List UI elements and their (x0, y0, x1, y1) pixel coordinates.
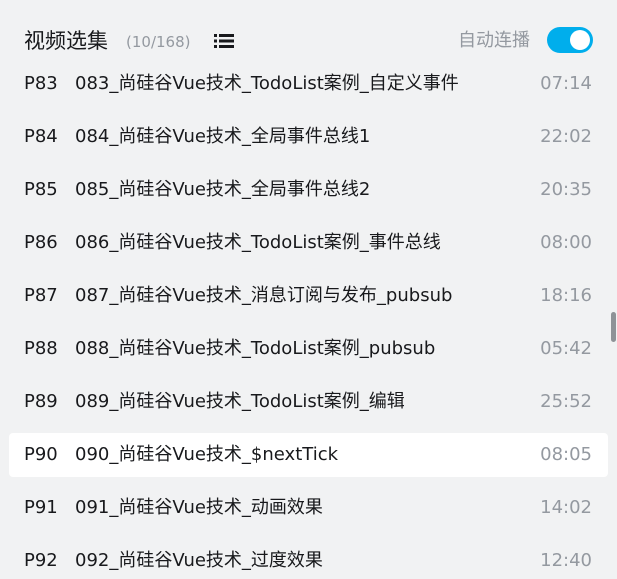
episode-count: (10/168) (126, 33, 191, 51)
episode-row[interactable]: P83 083_尚硅谷Vue技术_TodoList案例_自定义事件 07:14 (9, 62, 608, 106)
episode-row[interactable]: P90 090_尚硅谷Vue技术_$nextTick 08:05 (9, 433, 608, 477)
episode-row[interactable]: P92 092_尚硅谷Vue技术_过度效果 12:40 (9, 539, 608, 579)
episode-number: P90 (24, 444, 58, 465)
autoplay-toggle[interactable] (547, 27, 593, 53)
episode-duration: 18:16 (540, 285, 592, 306)
episode-title: 092_尚硅谷Vue技术_过度效果 (75, 550, 323, 571)
episode-title: 083_尚硅谷Vue技术_TodoList案例_自定义事件 (75, 73, 459, 94)
scrollbar-thumb[interactable] (611, 312, 616, 342)
episode-title: 090_尚硅谷Vue技术_$nextTick (75, 444, 339, 465)
panel-title: 视频选集 (24, 29, 108, 53)
episode-row[interactable]: P86 086_尚硅谷Vue技术_TodoList案例_事件总线 08:00 (9, 221, 608, 265)
episode-row[interactable]: P87 087_尚硅谷Vue技术_消息订阅与发布_pubsub 18:16 (9, 274, 608, 318)
episode-duration: 08:05 (540, 444, 592, 465)
episode-title: 091_尚硅谷Vue技术_动画效果 (75, 497, 323, 518)
episode-number: P87 (24, 285, 58, 306)
episode-number: P91 (24, 497, 58, 518)
episode-number: P92 (24, 550, 58, 571)
episode-list: P83 083_尚硅谷Vue技术_TodoList案例_自定义事件 07:14 P84… (0, 62, 617, 579)
autoplay-label: 自动连播 (458, 30, 530, 51)
episode-title: 089_尚硅谷Vue技术_TodoList案例_编辑 (75, 391, 405, 412)
episode-duration: 14:02 (540, 497, 592, 518)
episode-row[interactable]: P88 088_尚硅谷Vue技术_TodoList案例_pubsub 05:42 (9, 327, 608, 371)
episode-title: 086_尚硅谷Vue技术_TodoList案例_事件总线 (75, 232, 441, 253)
episode-row[interactable]: P89 089_尚硅谷Vue技术_TodoList案例_编辑 25:52 (9, 380, 608, 424)
episode-number: P88 (24, 338, 58, 359)
episode-duration: 20:35 (540, 179, 592, 200)
episode-title: 084_尚硅谷Vue技术_全局事件总线1 (75, 126, 371, 147)
episode-number: P84 (24, 126, 58, 147)
episode-duration: 07:14 (540, 73, 592, 94)
episode-title: 087_尚硅谷Vue技术_消息订阅与发布_pubsub (75, 285, 453, 306)
episode-duration: 22:02 (540, 126, 592, 147)
episode-number: P89 (24, 391, 58, 412)
video-episode-panel: 视频选集 (10/168) 自动连播 P83 083_尚硅谷Vue技术_TodoL… (0, 0, 617, 579)
episode-title: 088_尚硅谷Vue技术_TodoList案例_pubsub (75, 338, 436, 359)
episode-number: P85 (24, 179, 58, 200)
episode-row[interactable]: P85 085_尚硅谷Vue技术_全局事件总线2 20:35 (9, 168, 608, 212)
episode-row[interactable]: P91 091_尚硅谷Vue技术_动画效果 14:02 (9, 486, 608, 530)
episode-duration: 08:00 (540, 232, 592, 253)
list-icon[interactable] (214, 33, 234, 49)
episode-number: P86 (24, 232, 58, 253)
toggle-knob (570, 30, 590, 50)
episode-title: 085_尚硅谷Vue技术_全局事件总线2 (75, 179, 371, 200)
episode-duration: 05:42 (540, 338, 592, 359)
episode-duration: 12:40 (540, 550, 592, 571)
episode-row[interactable]: P84 084_尚硅谷Vue技术_全局事件总线1 22:02 (9, 115, 608, 159)
episode-duration: 25:52 (540, 391, 592, 412)
episode-number: P83 (24, 73, 58, 94)
